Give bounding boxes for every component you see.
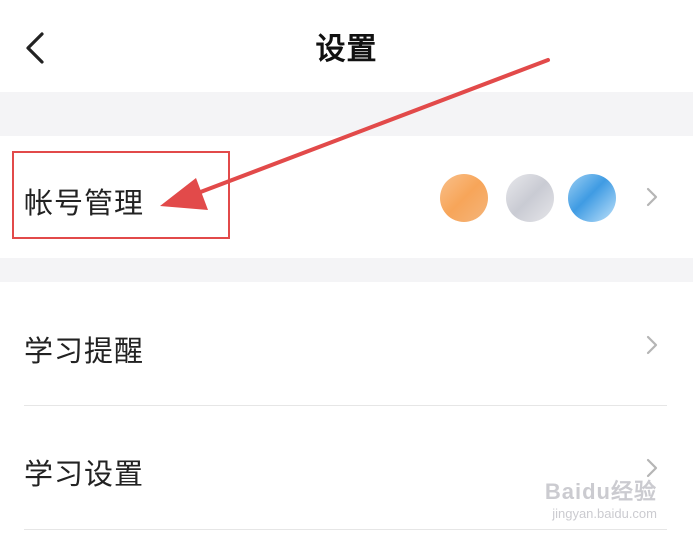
header: 设置 bbox=[0, 0, 693, 92]
page-title: 设置 bbox=[315, 32, 378, 67]
watermark: Baidu经验 jingyan.baidu.com bbox=[545, 474, 657, 521]
settings-item-label: 学习设置 bbox=[24, 457, 145, 491]
chevron-right-icon bbox=[646, 187, 658, 207]
divider bbox=[24, 529, 667, 530]
settings-item-label: 学习提醒 bbox=[24, 334, 145, 368]
settings-item-study-reminder[interactable]: 学习提醒 bbox=[0, 282, 693, 405]
section-spacer bbox=[0, 92, 693, 136]
avatar bbox=[440, 174, 488, 222]
section-spacer bbox=[0, 258, 693, 282]
avatar bbox=[568, 174, 616, 222]
watermark-logo: Baidu经验 bbox=[544, 479, 657, 504]
chevron-right-icon bbox=[646, 335, 658, 355]
highlight-box bbox=[12, 151, 230, 239]
avatar bbox=[506, 174, 554, 222]
watermark-url: jingyan.baidu.com bbox=[552, 506, 657, 521]
